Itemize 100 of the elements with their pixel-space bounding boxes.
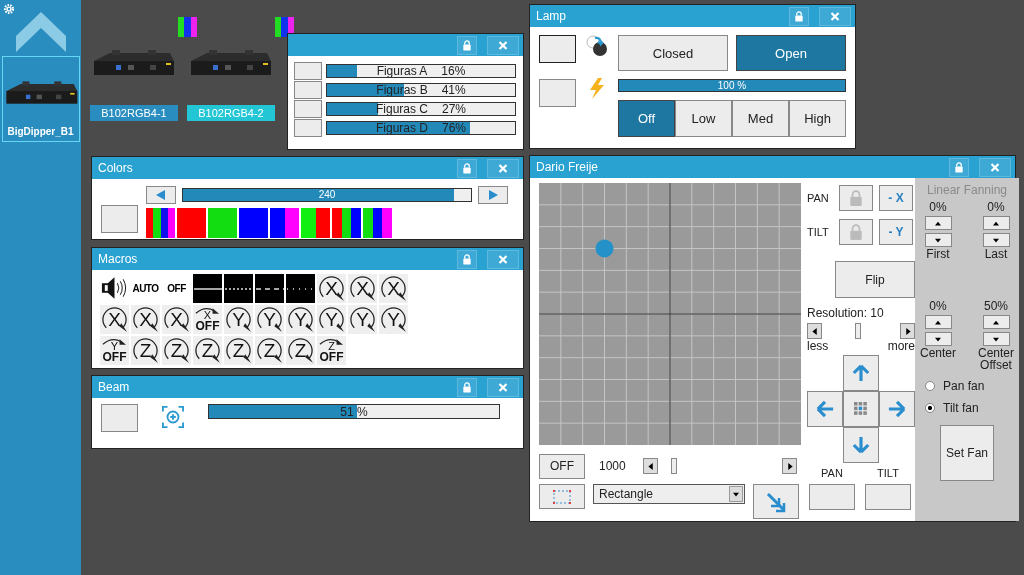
rotation-macro-button[interactable]: X OFF	[193, 305, 222, 334]
color-stripe[interactable]	[301, 208, 316, 238]
line-macro-button[interactable]	[255, 274, 284, 303]
scroll-left-button[interactable]	[807, 323, 822, 339]
color-stripe[interactable]	[270, 208, 285, 238]
close-button[interactable]	[487, 377, 519, 397]
flip-button[interactable]: Flip	[835, 261, 915, 298]
rotation-macro-button[interactable]: X	[379, 274, 408, 303]
color-stripe[interactable]	[341, 208, 352, 238]
close-button[interactable]	[487, 249, 519, 269]
position-marker[interactable]	[595, 239, 614, 258]
power-toggle[interactable]	[539, 79, 576, 107]
center-button[interactable]	[843, 391, 879, 427]
rotation-macro-button[interactable]: Y	[348, 305, 377, 334]
left-button[interactable]	[807, 391, 843, 427]
figure-button[interactable]	[294, 100, 322, 118]
rotation-macro-button[interactable]: X	[348, 274, 377, 303]
line-macro-button[interactable]	[193, 274, 222, 303]
close-button[interactable]	[487, 35, 519, 55]
lock-button[interactable]	[949, 157, 969, 177]
rotation-macro-button[interactable]: Z	[162, 336, 191, 365]
figure-button[interactable]	[294, 62, 322, 80]
fixture-tab[interactable]: B102RGB4-1	[90, 105, 178, 121]
color-stripe[interactable]	[160, 208, 168, 238]
power-level-button[interactable]: Off	[618, 100, 675, 137]
rotation-macro-button[interactable]: X	[162, 305, 191, 334]
power-level-button[interactable]: Med	[732, 100, 789, 137]
shape-dropdown[interactable]: Rectangle	[593, 484, 745, 504]
rotation-macro-button[interactable]: X	[100, 305, 129, 334]
rotation-macro-button[interactable]: Y OFF	[100, 336, 129, 365]
color-stripe[interactable]	[208, 208, 237, 238]
rotation-macro-button[interactable]: Z	[193, 336, 222, 365]
color-stripe[interactable]	[332, 208, 342, 238]
shape-button[interactable]	[539, 484, 585, 509]
color-slider[interactable]: 240	[182, 187, 472, 202]
lock-button[interactable]	[789, 6, 809, 26]
lock-button[interactable]	[839, 219, 873, 245]
off-button[interactable]: OFF	[539, 453, 585, 479]
invert-button[interactable]: - X	[879, 185, 913, 211]
scroll-right-button[interactable]	[782, 458, 797, 474]
pan-tilt-pad[interactable]	[539, 183, 801, 445]
rotation-macro-button[interactable]: Y	[255, 305, 284, 334]
beam-bar[interactable]: 51 %	[208, 404, 500, 419]
line-macro-button[interactable]	[224, 274, 253, 303]
right-button[interactable]	[879, 391, 915, 427]
rotation-macro-button[interactable]: Y	[286, 305, 315, 334]
power-level-button[interactable]: Low	[675, 100, 732, 137]
color-stripe[interactable]	[351, 208, 361, 238]
rotation-macro-button[interactable]: Z	[255, 336, 284, 365]
down-button[interactable]	[843, 427, 879, 463]
rotation-macro-button[interactable]: Z	[286, 336, 315, 365]
scroll-right-button[interactable]	[900, 323, 915, 339]
power-level-button[interactable]: High	[789, 100, 846, 137]
color-stripe[interactable]	[239, 208, 268, 238]
rotation-macro-button[interactable]: X	[317, 274, 346, 303]
decrement-button[interactable]	[924, 233, 952, 247]
figure-button[interactable]	[294, 81, 322, 99]
radio-button[interactable]	[925, 381, 935, 391]
increment-button[interactable]	[982, 216, 1010, 230]
slider-thumb[interactable]	[854, 323, 861, 339]
rotation-macro-button[interactable]: Z	[224, 336, 253, 365]
shutter-toggle[interactable]	[539, 35, 576, 63]
set-fan-button[interactable]: Set Fan	[940, 425, 994, 481]
invert-button[interactable]: - Y	[879, 219, 913, 245]
rotation-macro-button[interactable]: Y	[224, 305, 253, 334]
close-button[interactable]	[979, 157, 1011, 177]
color-toggle[interactable]	[101, 205, 138, 233]
beam-toggle[interactable]	[101, 404, 138, 432]
increment-button[interactable]	[924, 216, 952, 230]
decrement-button[interactable]	[924, 332, 952, 346]
next-button[interactable]	[478, 186, 508, 204]
previous-button[interactable]	[146, 186, 176, 204]
shutter-button[interactable]: Open	[736, 35, 846, 71]
shutter-button[interactable]: Closed	[618, 35, 728, 71]
value-button[interactable]	[809, 484, 855, 510]
color-stripe[interactable]	[363, 208, 373, 238]
decrement-button[interactable]	[982, 332, 1010, 346]
sidebar-item[interactable]: BigDipper_B1	[1, 56, 80, 142]
decrement-button[interactable]	[982, 233, 1010, 247]
lock-button[interactable]	[457, 377, 477, 397]
scroll-left-button[interactable]	[643, 458, 658, 474]
rotation-macro-button[interactable]: Y	[317, 305, 346, 334]
rotation-macro-button[interactable]: Y	[379, 305, 408, 334]
chevron-up-icon[interactable]	[15, 12, 66, 52]
swap-button[interactable]	[753, 484, 799, 519]
color-stripe[interactable]	[177, 208, 206, 238]
lock-button[interactable]	[457, 158, 477, 178]
lock-button[interactable]	[457, 35, 477, 55]
increment-button[interactable]	[924, 315, 952, 329]
rotation-macro-button[interactable]: Z	[131, 336, 160, 365]
rotation-macro-button[interactable]: X	[131, 305, 160, 334]
scrollbar-thumb[interactable]	[671, 458, 678, 474]
increment-button[interactable]	[982, 315, 1010, 329]
lock-button[interactable]	[839, 185, 873, 211]
lock-button[interactable]	[457, 249, 477, 269]
color-stripe[interactable]	[167, 208, 175, 238]
value-button[interactable]	[865, 484, 911, 510]
color-stripe[interactable]	[153, 208, 161, 238]
radio-button[interactable]	[925, 403, 935, 413]
color-stripe[interactable]	[146, 208, 154, 238]
